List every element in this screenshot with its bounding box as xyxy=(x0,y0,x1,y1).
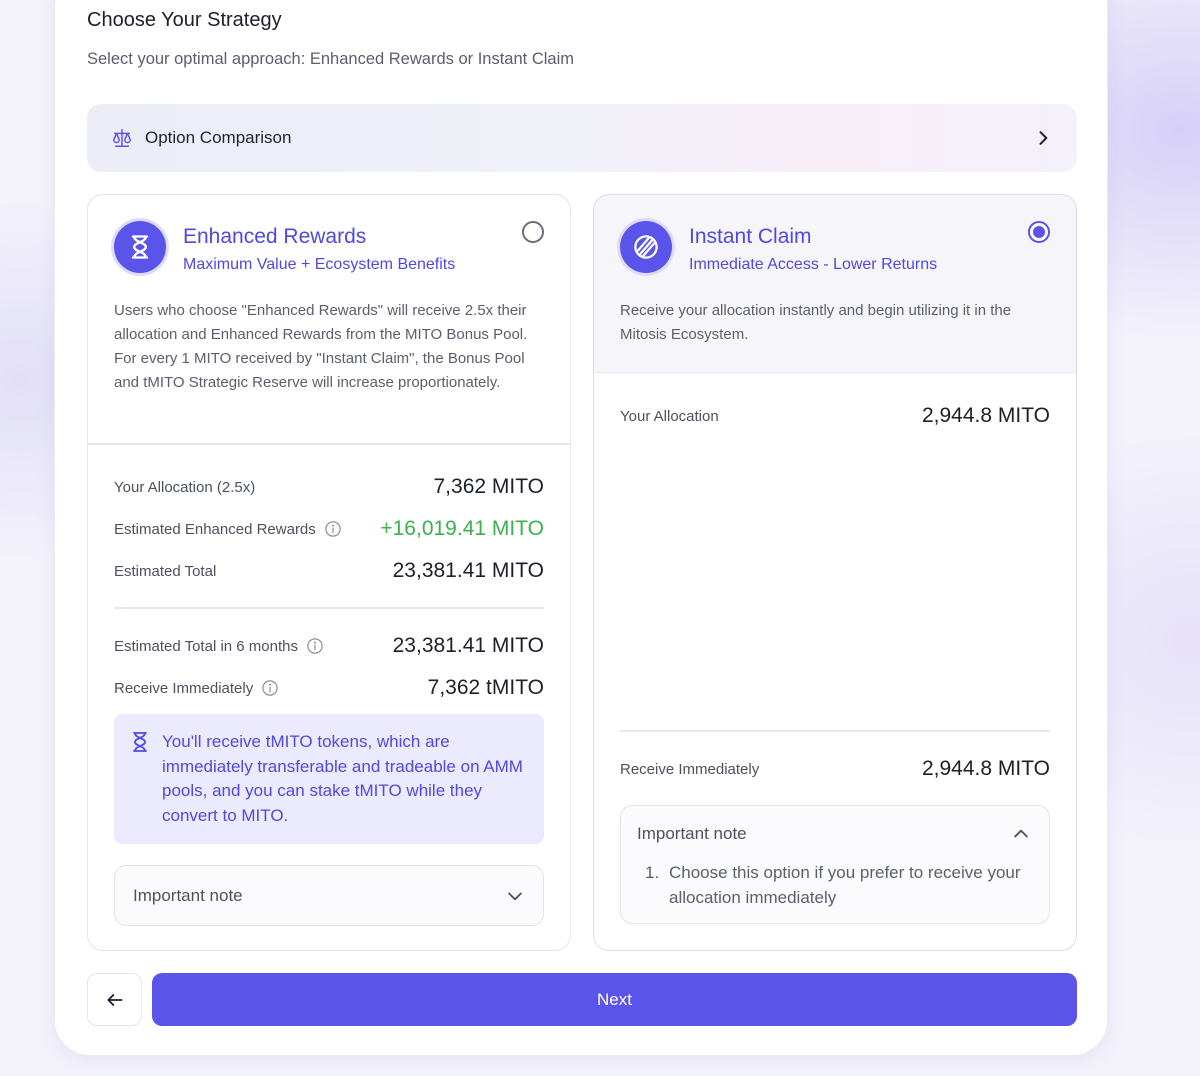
enhanced-rewards-option[interactable]: Enhanced Rewards Maximum Value + Ecosyst… xyxy=(87,194,571,951)
chevron-down-icon xyxy=(505,886,525,906)
important-note-toggle[interactable]: Important note xyxy=(114,865,544,926)
instant-claim-tagline: Immediate Access - Lower Returns xyxy=(689,256,938,273)
back-button[interactable] xyxy=(87,973,142,1026)
enhanced-rewards-title: Enhanced Rewards xyxy=(183,225,367,248)
instant-claim-option[interactable]: Instant Claim Immediate Access - Lower R… xyxy=(593,194,1077,951)
instant-claim-title: Instant Claim xyxy=(689,225,812,248)
info-icon[interactable] xyxy=(261,679,279,697)
allocation-value: 7,362 MITO xyxy=(433,475,545,498)
important-note-item: 1. Choose this option if you prefer to r… xyxy=(645,860,1031,910)
option-comparison-button[interactable]: Option Comparison xyxy=(87,104,1077,172)
page-title: Choose Your Strategy xyxy=(87,9,282,31)
hourglass-icon xyxy=(132,732,148,752)
important-note-title: Important note xyxy=(637,824,747,843)
divider xyxy=(114,607,544,609)
note-item-text: Choose this option if you prefer to rece… xyxy=(669,863,1021,907)
total-6-months-value: 23,381.41 MITO xyxy=(392,634,544,657)
chevron-up-icon xyxy=(1011,824,1031,844)
enhanced-rewards-tagline: Maximum Value + Ecosystem Benefits xyxy=(183,256,456,273)
receive-immediately-label: Receive Immediately xyxy=(114,679,254,697)
enhanced-rewards-description: Users who choose "Enhanced Rewards" will… xyxy=(114,302,528,391)
instant-receive-row: Receive Immediately 2,944.8 MITO xyxy=(620,757,1050,781)
instant-receive-value: 2,944.8 MITO xyxy=(921,757,1050,780)
instant-receive-label: Receive Immediately xyxy=(620,760,760,778)
receive-immediately-label-wrap: Receive Immediately xyxy=(114,679,279,697)
arrow-left-icon xyxy=(105,990,125,1010)
important-note-toggle[interactable]: Important note xyxy=(637,824,1031,844)
estimated-total-value: 23,381.41 MITO xyxy=(392,559,544,582)
divider xyxy=(620,730,1050,732)
enhanced-rewards-value: +16,019.41 MITO xyxy=(380,517,544,540)
receive-immediately-row: Receive Immediately 7,362 tMITO xyxy=(114,676,544,700)
important-note-panel: Important note 1. Choose this option if … xyxy=(620,805,1050,924)
info-icon[interactable] xyxy=(306,637,324,655)
chevron-right-icon xyxy=(1033,128,1053,148)
enhanced-rewards-radio[interactable] xyxy=(522,221,544,243)
tmito-callout: You'll receive tMITO tokens, which are i… xyxy=(114,714,544,844)
next-button[interactable]: Next xyxy=(152,973,1077,1026)
orbit-icon xyxy=(620,221,672,273)
info-icon[interactable] xyxy=(324,520,342,538)
instant-claim-radio[interactable] xyxy=(1028,221,1050,243)
allocation-row: Your Allocation (2.5x) 7,362 MITO xyxy=(114,475,544,499)
total-6-months-row: Estimated Total in 6 months 23,381.41 MI… xyxy=(114,634,544,658)
instant-allocation-value: 2,944.8 MITO xyxy=(921,404,1050,427)
instant-allocation-label: Your Allocation xyxy=(620,407,719,425)
enhanced-rewards-label-wrap: Estimated Enhanced Rewards xyxy=(114,520,342,538)
estimated-total-row: Estimated Total 23,381.41 MITO xyxy=(114,559,544,583)
instant-allocation-row: Your Allocation 2,944.8 MITO xyxy=(620,404,1050,428)
scale-icon xyxy=(111,127,133,149)
note-item-number: 1. xyxy=(645,863,660,882)
enhanced-rewards-label: Estimated Enhanced Rewards xyxy=(114,520,316,538)
option-comparison-label: Option Comparison xyxy=(145,128,292,147)
divider xyxy=(88,443,570,445)
tmito-callout-text: You'll receive tMITO tokens, which are i… xyxy=(162,732,523,825)
estimated-total-label: Estimated Total xyxy=(114,562,217,580)
allocation-label: Your Allocation (2.5x) xyxy=(114,478,256,496)
total-6-months-label-wrap: Estimated Total in 6 months xyxy=(114,637,324,655)
instant-claim-description: Receive your allocation instantly and be… xyxy=(620,302,1012,343)
total-6-months-label: Estimated Total in 6 months xyxy=(114,637,298,655)
receive-immediately-value: 7,362 tMITO xyxy=(427,676,544,699)
page-subtitle: Select your optimal approach: Enhanced R… xyxy=(87,50,574,68)
strategy-card: Choose Your Strategy Select your optimal… xyxy=(54,0,1108,1056)
enhanced-rewards-row: Estimated Enhanced Rewards +16,019.41 MI… xyxy=(114,517,544,541)
important-note-title: Important note xyxy=(133,885,243,905)
hourglass-icon xyxy=(114,221,166,273)
